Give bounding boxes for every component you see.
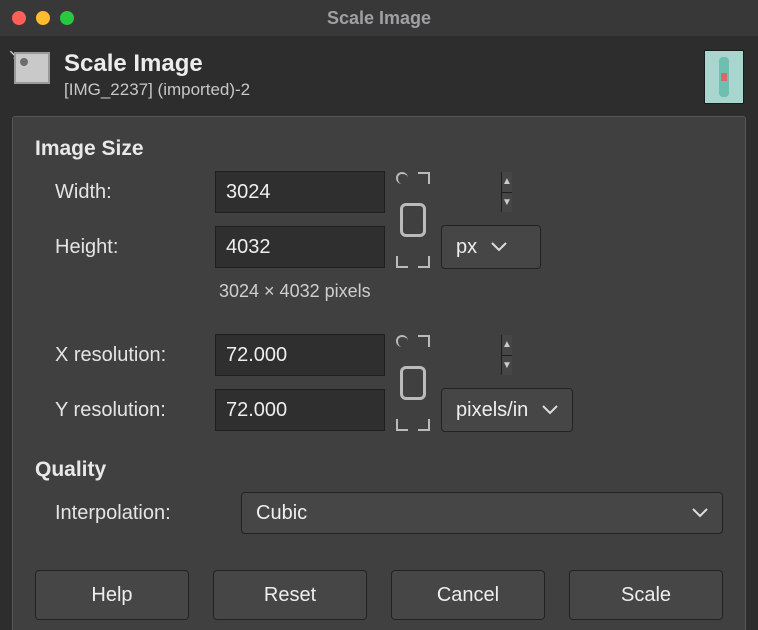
help-button[interactable]: Help xyxy=(35,570,189,620)
y-resolution-label: Y resolution: xyxy=(35,399,205,422)
resolution-unit-dropdown[interactable]: pixels/in xyxy=(441,388,573,432)
y-resolution-spinbox[interactable]: ▲ ▼ xyxy=(215,389,385,431)
resolution-unit-value: pixels/in xyxy=(456,399,528,422)
dialog-title: Scale Image xyxy=(64,50,250,78)
interpolation-dropdown[interactable]: Cubic xyxy=(241,492,723,534)
chain-link-icon xyxy=(400,366,426,400)
height-spinbox[interactable]: ▲ ▼ xyxy=(215,226,385,268)
link-dimensions-toggle[interactable] xyxy=(398,190,428,250)
scale-button[interactable]: Scale xyxy=(569,570,723,620)
x-res-step-up[interactable]: ▲ xyxy=(502,335,512,356)
width-step-up[interactable]: ▲ xyxy=(502,172,512,193)
size-unit-dropdown[interactable]: px xyxy=(441,225,541,269)
link-resolution-toggle[interactable] xyxy=(398,353,428,413)
titlebar: Scale Image xyxy=(0,0,758,36)
quality-section-title: Quality xyxy=(35,458,723,482)
chevron-down-icon xyxy=(542,405,558,415)
width-spinbox[interactable]: ▲ ▼ xyxy=(215,171,385,213)
chevron-down-icon xyxy=(491,242,507,252)
interpolation-value: Cubic xyxy=(256,502,307,525)
dialog-header: ↘ Scale Image [IMG_2237] (imported)-2 xyxy=(6,40,752,112)
width-input[interactable] xyxy=(216,172,501,212)
width-label: Width: xyxy=(35,181,205,204)
height-label: Height: xyxy=(35,236,205,259)
reset-button[interactable]: Reset xyxy=(213,570,367,620)
dialog-panel: Image Size Width: ▲ ▼ Height: xyxy=(12,116,746,630)
cancel-button[interactable]: Cancel xyxy=(391,570,545,620)
window-controls xyxy=(12,11,74,25)
image-preview-thumbnail xyxy=(704,50,744,104)
chevron-down-icon xyxy=(692,508,708,518)
x-resolution-input[interactable] xyxy=(216,335,501,375)
scale-image-icon: ↘ xyxy=(14,52,50,89)
dialog-subtitle: [IMG_2237] (imported)-2 xyxy=(64,80,250,100)
width-step-down[interactable]: ▼ xyxy=(502,193,512,213)
window-title: Scale Image xyxy=(327,8,431,29)
dialog-button-row: Help Reset Cancel Scale xyxy=(35,570,723,620)
x-resolution-label: X resolution: xyxy=(35,344,205,367)
interpolation-label: Interpolation: xyxy=(35,502,225,525)
x-resolution-spinbox[interactable]: ▲ ▼ xyxy=(215,334,385,376)
pixel-dimensions-note: 3024 × 4032 pixels xyxy=(215,281,611,302)
size-unit-value: px xyxy=(456,236,477,259)
maximize-window-button[interactable] xyxy=(60,11,74,25)
image-size-section-title: Image Size xyxy=(35,137,723,161)
minimize-window-button[interactable] xyxy=(36,11,50,25)
chain-link-icon xyxy=(400,203,426,237)
close-window-button[interactable] xyxy=(12,11,26,25)
x-res-step-down[interactable]: ▼ xyxy=(502,356,512,376)
